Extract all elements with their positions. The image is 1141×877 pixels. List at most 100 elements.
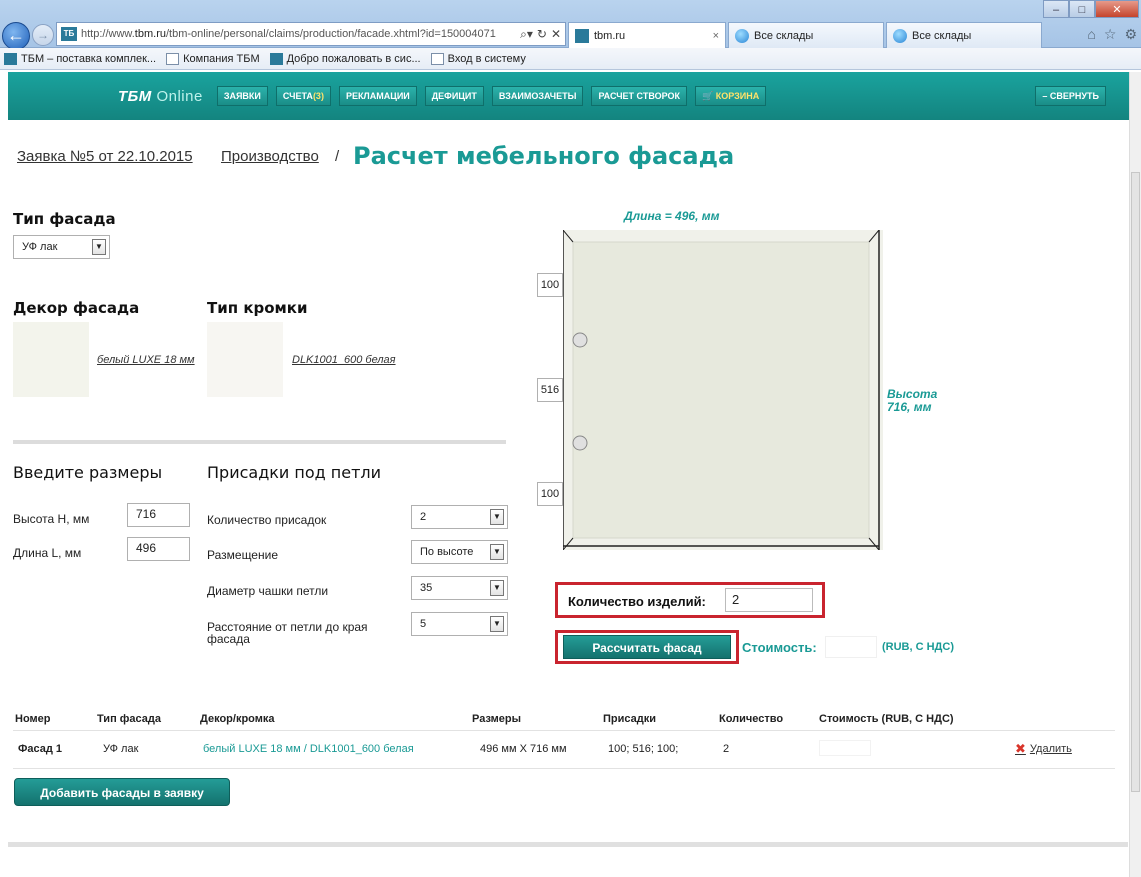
site-logo[interactable]: ТБМ Online	[118, 88, 203, 105]
chevron-down-icon: ▼	[490, 509, 504, 525]
add-facades-button[interactable]: Добавить фасады в заявку	[14, 778, 230, 806]
tab-close-icon[interactable]: ×	[713, 30, 719, 42]
ie-icon	[893, 28, 907, 43]
placement-select[interactable]: По высоте ▼	[411, 540, 508, 564]
tab-tbm[interactable]: tbm.ru ×	[568, 22, 726, 48]
cost-label: Стоимость:	[742, 640, 817, 655]
hinge-marker	[572, 332, 588, 348]
nav-deficit[interactable]: ДЕФИЦИТ	[424, 86, 484, 106]
chevron-down-icon: ▼	[92, 239, 106, 255]
tab-all-warehouses-2[interactable]: Все склады	[886, 22, 1042, 48]
preview-height-label: Высота 716, мм	[887, 387, 938, 414]
delete-x-icon: ✖	[1015, 741, 1026, 756]
cart-icon: 🛒	[701, 91, 714, 101]
home-icon[interactable]: ⌂	[1087, 26, 1095, 43]
hinge-count-select[interactable]: 2 ▼	[411, 505, 508, 529]
scrollbar-thumb[interactable]	[1131, 172, 1140, 792]
window-close-icon[interactable]: ✕	[1095, 0, 1139, 18]
url-text: http://www.tbm.ru/tbm-online/personal/cl…	[81, 28, 496, 40]
tab-all-warehouses-1[interactable]: Все склады	[728, 22, 884, 48]
favorite-item[interactable]: ТБМ – поставка комплек...	[4, 52, 156, 65]
decor-link[interactable]: белый LUXE 18 мм	[97, 354, 195, 366]
forward-button[interactable]: →	[32, 24, 54, 46]
edge-distance-select[interactable]: 5 ▼	[411, 612, 508, 636]
page-icon	[430, 52, 444, 65]
address-bar[interactable]: TБ http://www.tbm.ru/tbm-online/personal…	[56, 22, 566, 46]
decor-swatch[interactable]	[13, 322, 89, 397]
hinges-heading: Присадки под петли	[207, 463, 382, 482]
nav-claims[interactable]: РЕКЛАМАЦИИ	[338, 86, 417, 106]
favorite-item[interactable]: Компания ТБМ	[166, 52, 260, 65]
chevron-down-icon: ▼	[490, 544, 504, 560]
col-header-size: Размеры	[472, 713, 522, 725]
nav-door-calc[interactable]: РАСЧЕТ СТВОРОК	[591, 86, 687, 106]
placement-label: Размещение	[207, 548, 278, 562]
calculate-button[interactable]: Рассчитать фасад	[563, 635, 731, 659]
invoices-badge: (3)	[312, 91, 324, 101]
col-header-cost: Стоимость (RUB, С НДС)	[819, 713, 954, 725]
gear-icon[interactable]: ⚙	[1124, 26, 1137, 43]
nav-offsets[interactable]: ВЗАИМОЗАЧЕТЫ	[491, 86, 584, 106]
search-icon[interactable]: ⌕▾	[520, 27, 533, 42]
col-header-number: Номер	[15, 713, 51, 725]
cost-currency: (RUB, С НДС)	[882, 641, 954, 653]
footer-divider	[8, 842, 1128, 847]
collapse-button[interactable]: – СВЕРНУТЬ	[1035, 86, 1106, 106]
row-type: УФ лак	[103, 743, 139, 755]
edge-link[interactable]: DLK1001_600 белая	[292, 354, 396, 366]
calc-highlight: Рассчитать фасад	[555, 630, 739, 664]
hinge-count-label: Количество присадок	[207, 513, 327, 527]
nav-invoices[interactable]: СЧЕТА(3)	[275, 86, 331, 106]
site-favicon-icon	[575, 28, 589, 43]
favorites-star-icon[interactable]: ☆	[1104, 26, 1117, 43]
col-header-hinges: Присадки	[603, 713, 657, 725]
refresh-icon[interactable]: ↻	[537, 27, 547, 42]
hinge-offset-middle[interactable]: 516	[537, 378, 563, 402]
row-size: 496 мм Х 716 мм	[480, 743, 567, 755]
decor-heading: Декор фасада	[13, 299, 140, 317]
quantity-label: Количество изделий:	[568, 594, 706, 609]
cup-diameter-select[interactable]: 35 ▼	[411, 576, 508, 600]
row-number: Фасад 1	[18, 743, 63, 755]
favorite-item[interactable]: Вход в систему	[430, 52, 526, 65]
breadcrumb-separator: /	[335, 148, 340, 165]
length-label: Длина L, мм	[13, 546, 82, 560]
length-input[interactable]: 496	[127, 537, 190, 561]
edge-distance-label: Расстояние от петли до края фасада	[207, 620, 368, 646]
col-header-qty: Количество	[719, 713, 784, 725]
cost-value	[825, 636, 877, 658]
back-button[interactable]: ←	[2, 22, 30, 50]
breadcrumb-production-link[interactable]: Производство	[221, 148, 319, 165]
favorites-bar: ТБМ – поставка комплек... Компания ТБМ Д…	[0, 48, 1141, 70]
favorite-item[interactable]: Добро пожаловать в сис...	[269, 52, 421, 65]
hinge-offset-top[interactable]: 100	[537, 273, 563, 297]
chevron-down-icon: ▼	[490, 580, 504, 596]
quantity-box: Количество изделий: 2	[555, 582, 825, 618]
minimize-icon[interactable]: –	[1043, 0, 1069, 18]
quantity-input[interactable]: 2	[725, 588, 813, 612]
page-scrollbar[interactable]	[1129, 72, 1141, 877]
breadcrumb-order-link[interactable]: Заявка №5 от 22.10.2015	[17, 148, 193, 165]
page-icon	[166, 52, 180, 65]
facade-type-select[interactable]: УФ лак ▼	[13, 235, 110, 259]
page-title: Расчет мебельного фасада	[353, 142, 735, 170]
table-header-divider	[13, 730, 1115, 731]
section-divider	[13, 440, 506, 444]
hinge-marker	[572, 435, 588, 451]
row-hinges: 100; 516; 100;	[608, 743, 679, 755]
delete-button[interactable]: ✖ Удалить	[1015, 741, 1072, 757]
row-decor: белый LUXE 18 мм / DLK1001_600 белая	[203, 743, 414, 755]
maximize-icon[interactable]: □	[1069, 0, 1095, 18]
nav-cart[interactable]: 🛒 КОРЗИНА	[694, 86, 767, 106]
table-row-divider	[13, 768, 1115, 769]
nav-orders[interactable]: ЗАЯВКИ	[216, 86, 268, 106]
row-qty: 2	[723, 743, 730, 755]
close-icon[interactable]: ✕	[551, 27, 561, 42]
edge-swatch[interactable]	[207, 322, 283, 397]
row-cost	[819, 740, 871, 756]
height-input[interactable]: 716	[127, 503, 190, 527]
site-nav: ТБМ Online ЗАЯВКИ СЧЕТА(3) РЕКЛАМАЦИИ ДЕ…	[8, 72, 1130, 120]
browser-titlebar: ← → TБ http://www.tbm.ru/tbm-online/pers…	[0, 0, 1141, 50]
site-favicon-icon	[269, 52, 283, 65]
hinge-offset-bottom[interactable]: 100	[537, 482, 563, 506]
